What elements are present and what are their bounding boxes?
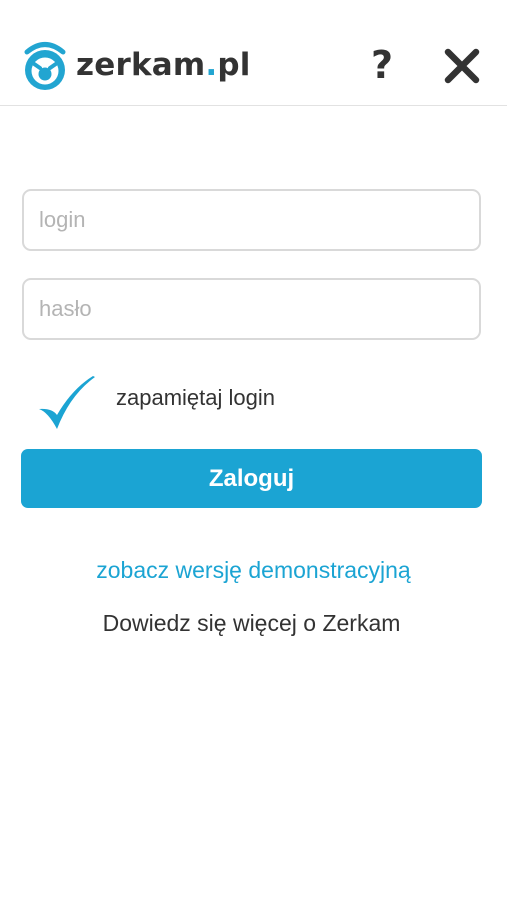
logo-tld: pl xyxy=(217,47,251,83)
password-input[interactable] xyxy=(22,278,481,340)
login-button[interactable]: Zaloguj xyxy=(21,449,482,508)
demo-version-link[interactable]: zobacz wersję demonstracyjną xyxy=(0,557,507,584)
logo-name: zerkam xyxy=(76,47,206,83)
logo: zerkam.pl xyxy=(20,38,251,92)
login-screen: zerkam.pl ? zapamiętaj login Zaloguj zob… xyxy=(0,0,507,900)
owl-eye-logo-icon xyxy=(24,42,66,90)
remember-login-checkbox[interactable]: zapamiętaj login xyxy=(36,372,275,436)
logo-text: zerkam.pl xyxy=(76,38,251,92)
help-button[interactable]: ? xyxy=(362,42,402,88)
header: zerkam.pl ? xyxy=(0,0,507,106)
learn-more-link[interactable]: Dowiedz się więcej o Zerkam xyxy=(0,610,503,637)
close-icon[interactable] xyxy=(440,44,484,88)
logo-dot: . xyxy=(205,47,218,83)
remember-login-label: zapamiętaj login xyxy=(116,385,275,410)
checkmark-icon[interactable] xyxy=(36,373,98,435)
login-input[interactable] xyxy=(22,189,481,251)
